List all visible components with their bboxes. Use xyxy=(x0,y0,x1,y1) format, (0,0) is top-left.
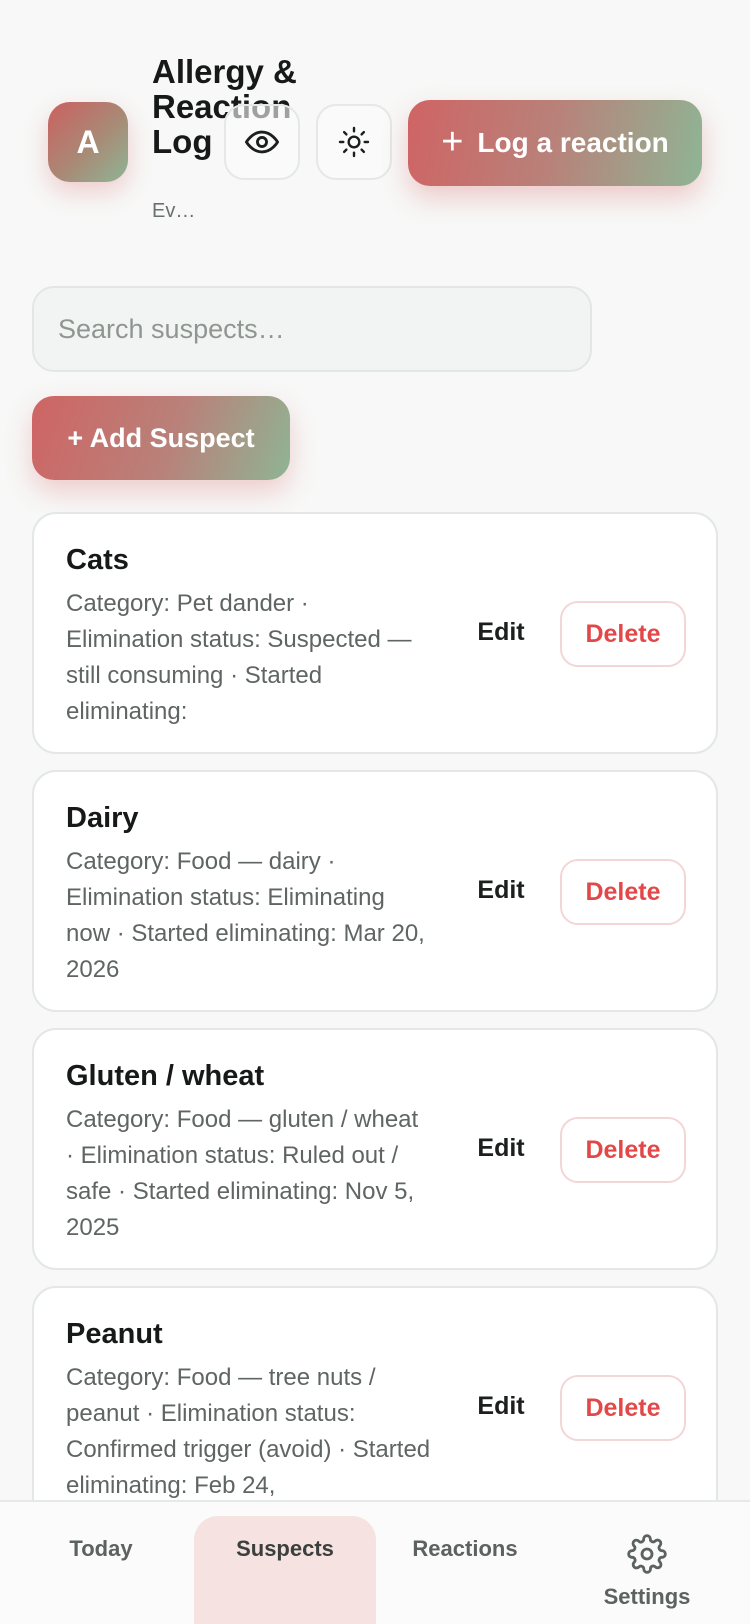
theme-toggle-button[interactable] xyxy=(316,104,392,180)
privacy-toggle-button[interactable] xyxy=(224,104,300,180)
suspect-name: Dairy xyxy=(66,802,139,834)
edit-button[interactable]: Edit xyxy=(466,870,536,910)
suspect-details: Category: Food — tree nuts / peanut · El… xyxy=(66,1364,431,1499)
edit-button[interactable]: Edit xyxy=(466,1128,536,1168)
suspect-card: Gluten / wheat Category: Food — gluten /… xyxy=(32,1028,718,1270)
tab-today-label: Today xyxy=(69,1536,133,1561)
eye-icon xyxy=(245,130,279,154)
suspect-name: Cats xyxy=(66,544,129,576)
suspect-name: Peanut xyxy=(66,1318,163,1350)
tab-settings[interactable]: Settings xyxy=(556,1502,738,1624)
suspect-details: Category: Pet dander · Elimination statu… xyxy=(66,590,412,725)
add-suspect-button[interactable]: + Add Suspect xyxy=(32,396,290,480)
tab-reactions[interactable]: Reactions xyxy=(374,1502,556,1624)
delete-button[interactable]: Delete xyxy=(560,1117,686,1183)
log-reaction-button[interactable]: + Log a reaction xyxy=(408,100,702,186)
tab-suspects-label: Suspects xyxy=(236,1536,334,1561)
edit-button[interactable]: Edit xyxy=(466,1386,536,1426)
suspect-card: Cats Category: Pet dander · Elimination … xyxy=(32,512,718,754)
edit-button[interactable]: Edit xyxy=(466,612,536,652)
suspect-card: Dairy Category: Food — dairy · Eliminati… xyxy=(32,770,718,1012)
app-header: A Allergy & Reaction Log Ev… + Log a rea… xyxy=(0,0,750,260)
suspect-list: Cats Category: Pet dander · Elimination … xyxy=(32,512,718,1544)
sun-icon xyxy=(338,126,370,158)
suspect-name: Gluten / wheat xyxy=(66,1060,265,1092)
app-logo: A xyxy=(48,102,128,182)
tab-today[interactable]: Today xyxy=(10,1502,192,1624)
delete-button[interactable]: Delete xyxy=(560,601,686,667)
search-input[interactable]: Search suspects… xyxy=(32,286,592,372)
page-subtitle: Ev… xyxy=(152,200,196,222)
suspect-card: Peanut Category: Food — tree nuts / pean… xyxy=(32,1286,718,1528)
suspect-details: Category: Food — gluten / wheat · Elimin… xyxy=(66,1106,419,1241)
bottom-nav: Today Suspects Reactions Settings xyxy=(0,1500,750,1624)
gear-icon xyxy=(627,1534,667,1574)
log-reaction-label: Log a reaction xyxy=(477,127,669,158)
tab-reactions-label: Reactions xyxy=(412,1536,518,1561)
tab-suspects[interactable]: Suspects xyxy=(194,1516,376,1624)
tab-settings-label: Settings xyxy=(603,1584,691,1609)
delete-button[interactable]: Delete xyxy=(560,859,686,925)
plus-icon: + xyxy=(441,120,464,163)
app-screen: A Allergy & Reaction Log Ev… + Log a rea… xyxy=(0,0,750,1624)
suspect-details: Category: Food — dairy · Elimination sta… xyxy=(66,848,425,983)
delete-button[interactable]: Delete xyxy=(560,1375,686,1441)
